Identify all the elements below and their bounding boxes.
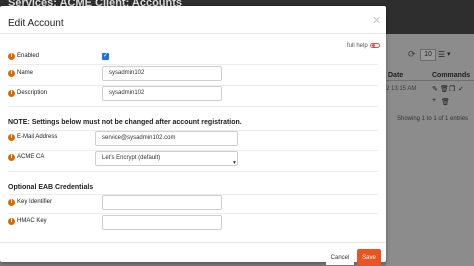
description-input[interactable]: sysadmin102: [102, 86, 222, 101]
info-icon[interactable]: i: [8, 90, 15, 97]
edit-icon[interactable]: ✎: [432, 85, 438, 93]
page-size-value: 10: [424, 51, 432, 58]
edit-account-dialog: Edit Account ✕ full help i Enabled ✓ i N…: [0, 6, 386, 266]
hmac-key-label: HMAC Key: [17, 218, 47, 224]
full-help-toggle[interactable]: full help: [347, 43, 381, 50]
table-header-date[interactable]: Date: [388, 72, 403, 79]
acme-ca-label: ACME CA: [17, 154, 45, 160]
info-icon[interactable]: i: [8, 218, 15, 225]
email-label: E-Mail Address: [17, 134, 58, 140]
info-icon[interactable]: i: [8, 53, 15, 60]
eab-section-title: Optional EAB Credentials: [8, 184, 94, 191]
info-icon[interactable]: i: [8, 134, 15, 141]
description-label: Description: [17, 90, 48, 96]
chevron-down-icon: ▼: [232, 160, 237, 166]
registration-note: NOTE: Settings below must not be changed…: [8, 119, 242, 126]
toggle-icon[interactable]: [370, 43, 381, 48]
name-input[interactable]: sysadmin102: [102, 66, 222, 81]
key-identifier-input[interactable]: [102, 195, 222, 210]
row-divider: [8, 106, 378, 107]
table-header-commands: Commands: [432, 72, 471, 79]
enabled-label: Enabled: [17, 53, 40, 59]
dialog-title: Edit Account: [8, 18, 64, 29]
key-identifier-label: Key Identifier: [17, 199, 53, 205]
chevron-down-icon: ▾: [447, 51, 451, 58]
name-label: Name: [17, 70, 34, 76]
enabled-checkbox[interactable]: ✓: [102, 53, 109, 60]
row-divider: [8, 213, 378, 214]
table-status: Showing 1 to 1 of 1 entries: [397, 116, 469, 122]
header-divider: [0, 33, 386, 34]
trash-icon[interactable]: 🗑: [441, 98, 450, 106]
add-icon[interactable]: +: [432, 97, 436, 104]
background-table-panel: [386, 34, 474, 266]
page-size-select[interactable]: 10: [420, 49, 436, 61]
cancel-button[interactable]: Cancel: [326, 250, 354, 265]
delete-icon[interactable]: 🗑: [440, 85, 449, 93]
refresh-icon[interactable]: ⟳: [408, 49, 416, 60]
save-button[interactable]: Save: [357, 249, 381, 266]
row-divider: [8, 64, 378, 65]
footer-divider: [0, 242, 386, 243]
info-icon[interactable]: i: [8, 70, 15, 77]
copy-icon[interactable]: ❐: [449, 85, 455, 93]
hmac-key-input[interactable]: [102, 215, 222, 230]
register-icon[interactable]: ✓: [458, 85, 464, 93]
email-input[interactable]: service@sysadmin102.com: [95, 131, 238, 146]
row-divider: [8, 171, 378, 172]
close-icon[interactable]: ✕: [372, 14, 381, 27]
full-help-label: full help: [347, 43, 368, 50]
acme-ca-select[interactable]: Let's Encrypt (default): [95, 151, 238, 166]
columns-icon[interactable]: ☰: [438, 50, 445, 59]
table-divider: [386, 80, 474, 81]
table-cell-date: 2 13:15 AM: [386, 86, 417, 92]
info-icon[interactable]: i: [8, 199, 15, 206]
info-icon[interactable]: i: [8, 154, 15, 161]
